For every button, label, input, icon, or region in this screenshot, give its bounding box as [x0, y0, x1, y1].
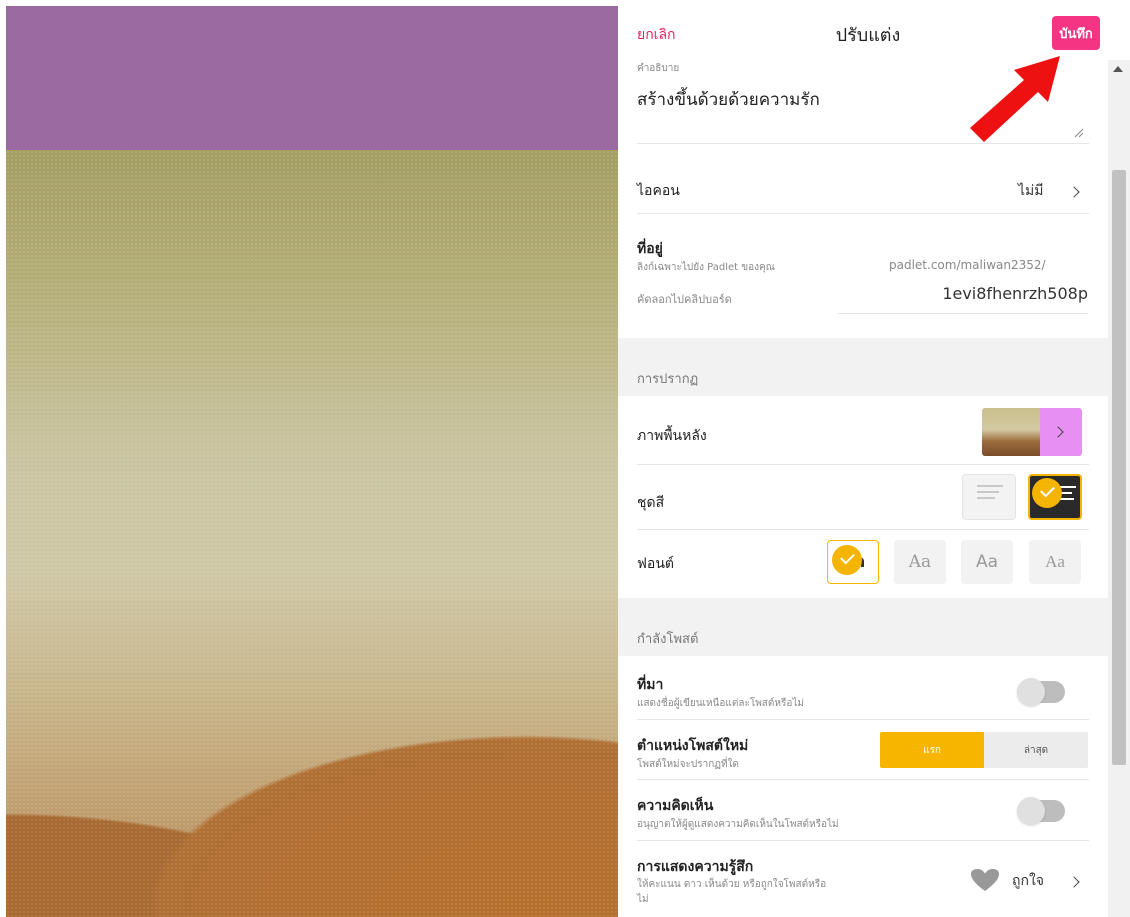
reactions-value: ถูกใจ [1012, 873, 1044, 889]
panel-title: ปรับแต่ง [835, 25, 901, 46]
reactions-sublabel: ให้คะแนน ดาว เห็นด้วย หรือถูกใจโพสต์หรือ [637, 879, 827, 890]
address-domain: padlet.com/maliwan2352/ [889, 258, 1046, 272]
chevron-right-icon [1068, 876, 1080, 888]
font-option-4[interactable]: Aa [1029, 540, 1081, 584]
description-input[interactable]: สร้างขึ้นด้วยด้วยความรัก [637, 86, 820, 113]
new-post-first-option[interactable]: แรก [880, 732, 984, 768]
background-picker[interactable] [982, 408, 1082, 456]
address-label: ที่อยู่ [637, 241, 663, 257]
address-sublabel: ลิงก์เฉพาะไปยัง Padlet ของคุณ [637, 262, 775, 273]
red-arrow-annotation-icon [970, 56, 1060, 142]
new-post-position-sublabel: โพสต์ใหม่จะปรากฏที่ใด [637, 759, 739, 770]
font-label: ฟอนต์ [637, 556, 674, 572]
save-button[interactable]: บันทึก [1052, 16, 1100, 50]
attribution-label: ที่มา [637, 677, 664, 693]
address-slug-input[interactable]: 1evi8fhenrzh508p [900, 284, 1088, 303]
font-option-2[interactable]: Aa [894, 540, 946, 584]
background-header-band [6, 6, 618, 150]
background-picker-button[interactable] [1040, 408, 1082, 456]
background-thumbnail [982, 408, 1040, 456]
checkmark-icon [832, 545, 862, 575]
scroll-up-arrow-icon[interactable] [1113, 66, 1123, 72]
divider [637, 529, 1089, 530]
icon-value: ไม่มี [1018, 183, 1044, 199]
posting-section-header: กำลังโพสต์ [618, 598, 1108, 656]
chevron-right-icon [1068, 186, 1080, 198]
new-post-last-option[interactable]: ล่าสุด [984, 732, 1088, 768]
attribution-toggle[interactable] [1017, 678, 1065, 706]
divider [637, 719, 1089, 720]
icon-label: ไอคอน [637, 183, 680, 199]
reactions-sublabel-cont: ไม่ [637, 894, 649, 905]
cancel-button[interactable]: ยกเลิก [637, 24, 676, 46]
divider [637, 464, 1089, 465]
chevron-right-icon [1052, 426, 1064, 438]
comments-sublabel: อนุญาตให้ผู้ดูแสดงความคิดเห็นในโพสต์หรือ… [637, 819, 839, 830]
attribution-sublabel: แสดงชื่อผู้เขียนเหนือแต่ละโพสต์หรือไม่ [637, 698, 804, 709]
background-photo [6, 150, 618, 917]
background-label: ภาพพื้นหลัง [637, 428, 707, 444]
font-option-1[interactable]: Aa [827, 540, 879, 584]
divider [637, 213, 1089, 214]
appearance-section-label: การปรากฏ [637, 372, 699, 387]
padlet-background-preview [6, 6, 618, 917]
font-option-3[interactable]: Aa [961, 540, 1013, 584]
resize-handle-icon[interactable] [1074, 128, 1084, 138]
scroll-thumb[interactable] [1112, 170, 1126, 765]
appearance-section-header: การปรากฏ [618, 338, 1108, 396]
theme-dark-option[interactable] [1028, 474, 1082, 520]
description-label: คำอธิบาย [637, 63, 680, 74]
panel-scrollbar[interactable] [1108, 60, 1130, 917]
theme-light-option[interactable] [962, 474, 1016, 520]
checkmark-icon [1032, 478, 1062, 508]
new-post-position-label: ตำแหน่งโพสต์ใหม่ [637, 738, 749, 754]
copy-to-clipboard-link[interactable]: คัดลอกไปคลิปบอร์ด [637, 290, 732, 308]
toggle-knob [1017, 797, 1045, 825]
comments-toggle[interactable] [1017, 797, 1065, 825]
heart-icon [971, 869, 999, 891]
toggle-knob [1017, 678, 1045, 706]
reactions-label: การแสดงความรู้สึก [637, 859, 754, 875]
divider [637, 779, 1089, 780]
slug-underline [838, 313, 1088, 314]
posting-section-label: กำลังโพสต์ [637, 632, 699, 647]
color-scheme-label: ชุดสี [637, 495, 665, 511]
divider [637, 840, 1089, 841]
new-post-position-selector[interactable]: แรก ล่าสุด [880, 732, 1088, 768]
comments-label: ความคิดเห็น [637, 798, 714, 814]
